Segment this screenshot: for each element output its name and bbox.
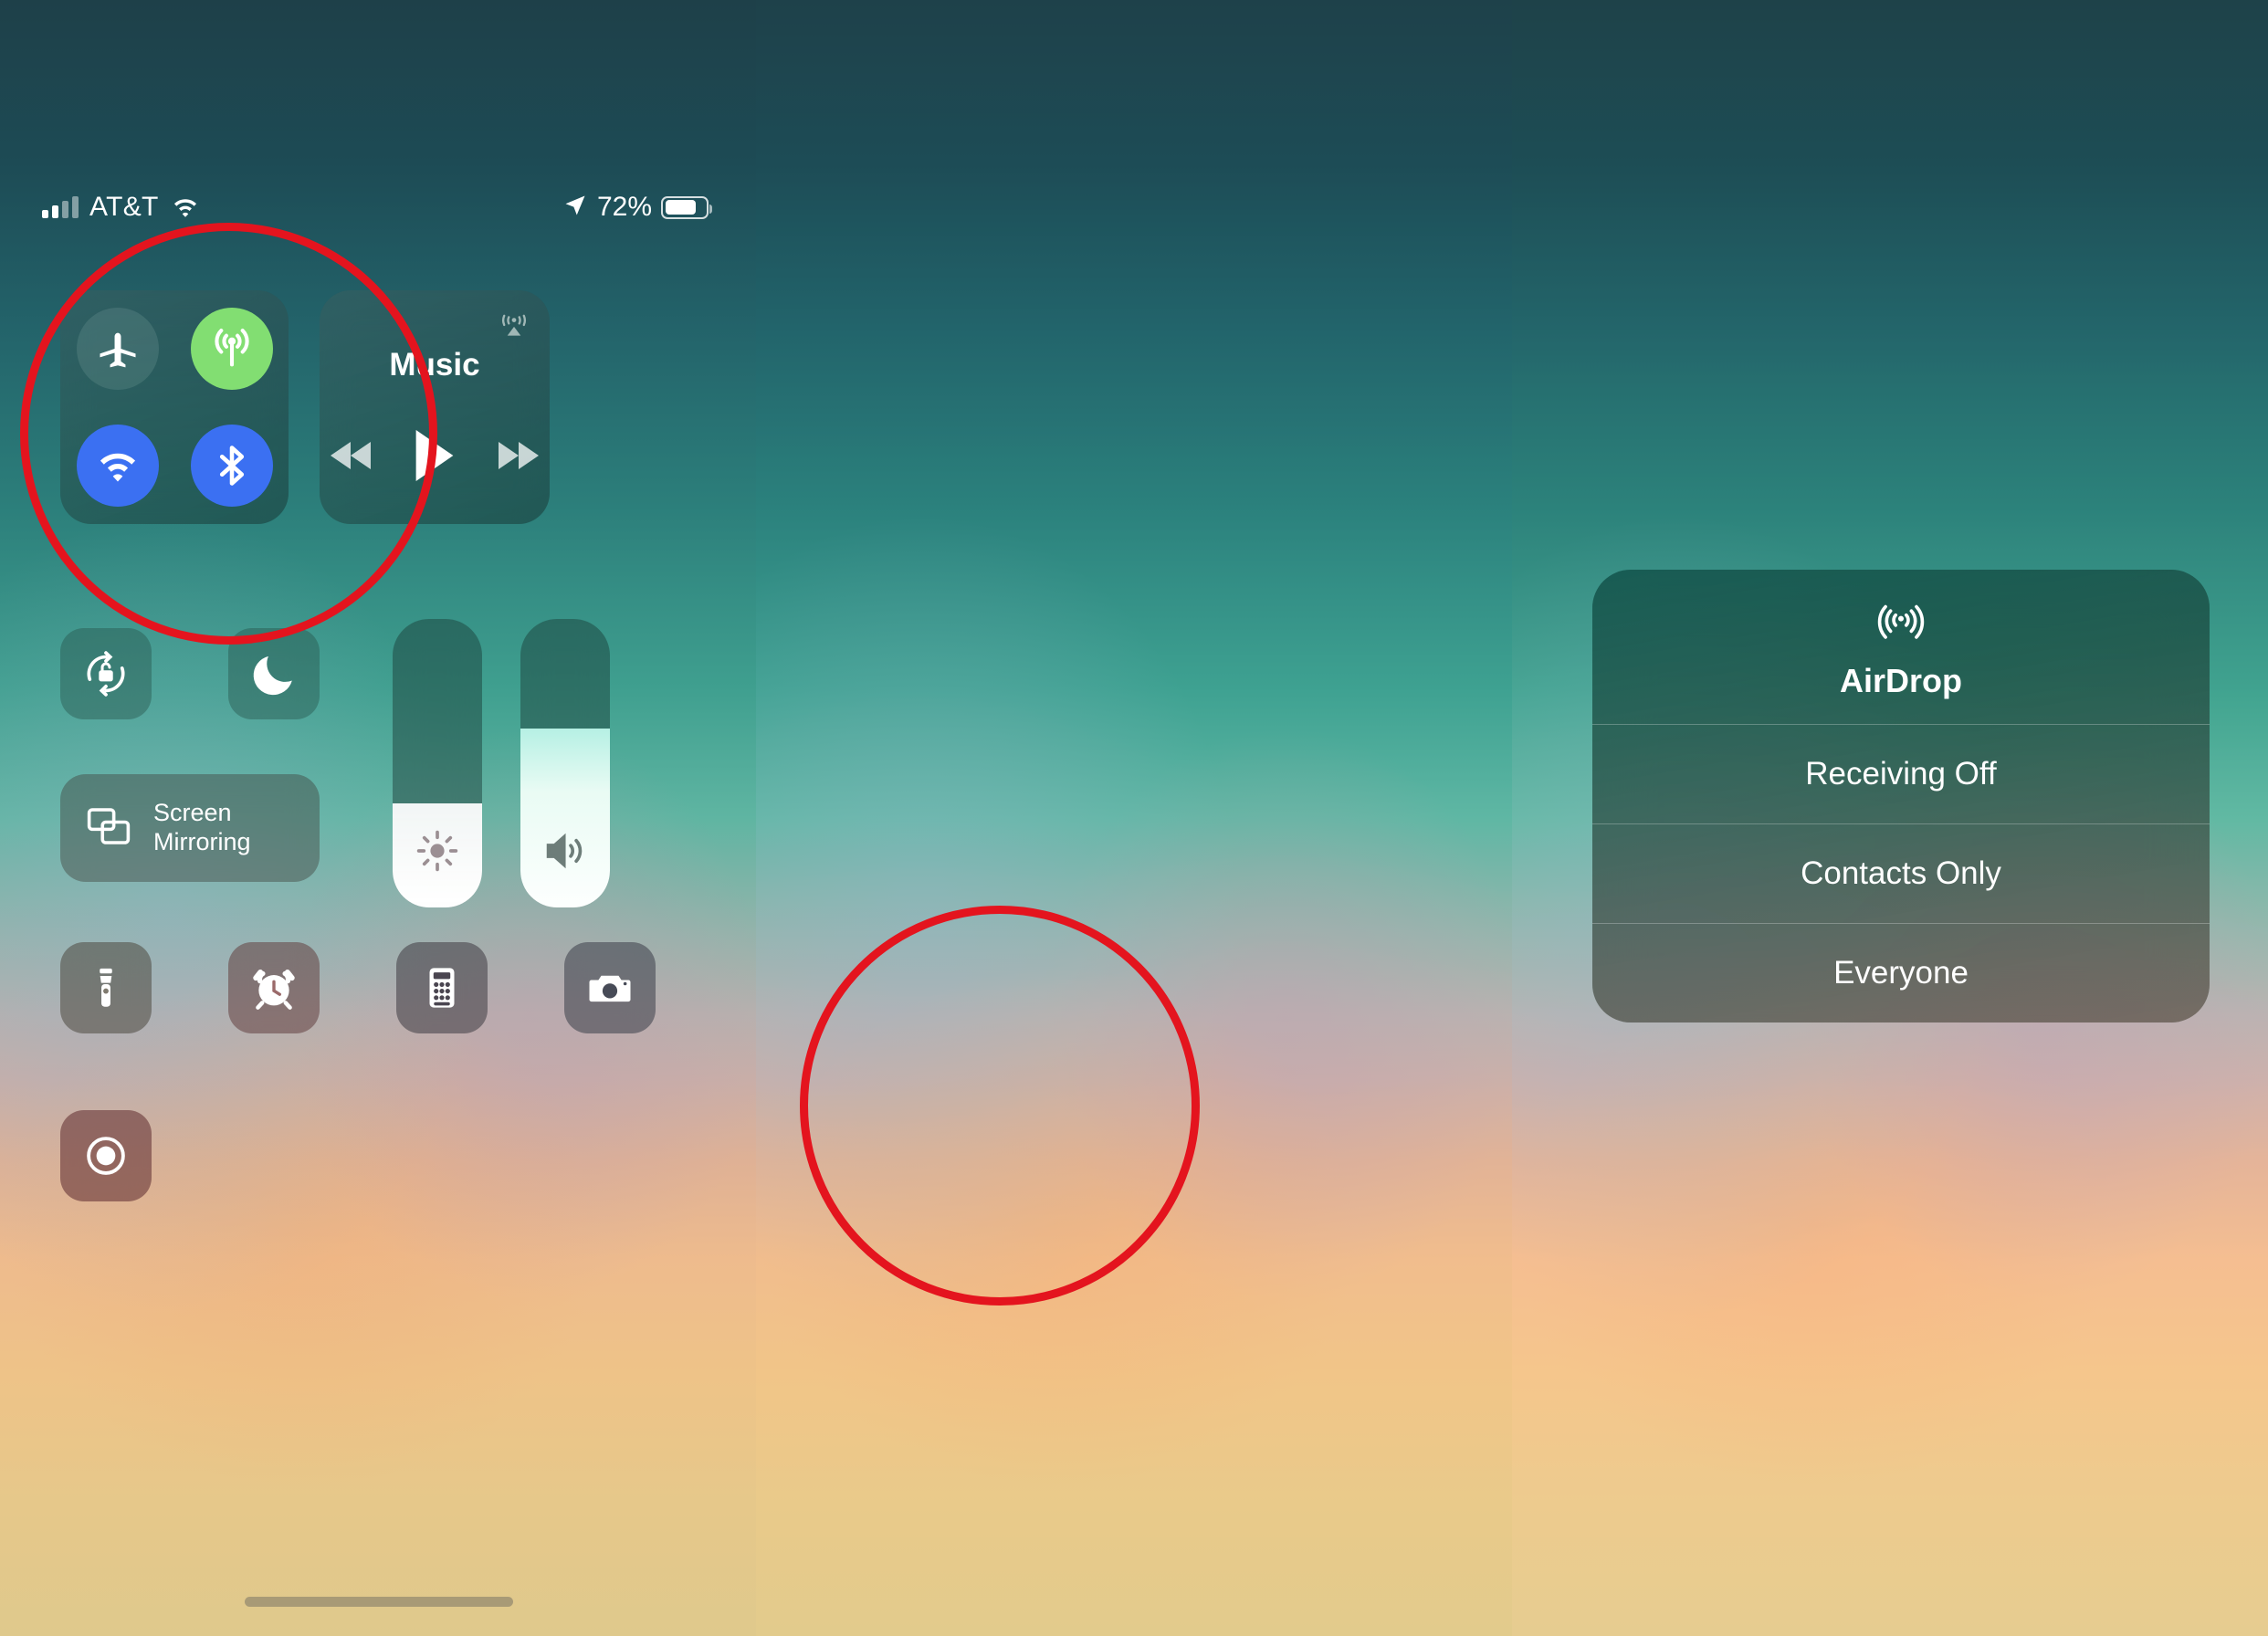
panel-connectivity-expanded: Airplane Mode Off Cellular Data On xyxy=(756,0,1512,1636)
timer-button[interactable] xyxy=(228,942,320,1033)
wifi-button[interactable] xyxy=(76,425,159,507)
airdrop-option-receiving-off[interactable]: Receiving Off xyxy=(1592,724,2210,823)
airplay-audio-icon[interactable] xyxy=(497,307,531,346)
speaker-volume-icon xyxy=(520,827,610,875)
airdrop-icon xyxy=(1874,595,1927,653)
brightness-sun-icon xyxy=(393,827,482,875)
airplane-mode-button[interactable] xyxy=(76,308,159,390)
wallpaper xyxy=(756,0,1512,1636)
rewind-icon[interactable] xyxy=(331,438,374,477)
calculator-button[interactable] xyxy=(396,942,488,1033)
screen-mirroring-label-line2: Mirroring xyxy=(153,828,251,855)
panel-airdrop-options: AirDrop Receiving Off Contacts Only Ever… xyxy=(1512,0,2268,1636)
music-title: Music xyxy=(389,347,480,383)
do-not-disturb-button[interactable] xyxy=(228,628,320,719)
music-widget[interactable]: Music xyxy=(320,290,550,524)
brightness-slider[interactable] xyxy=(393,619,482,907)
airdrop-option-contacts-only[interactable]: Contacts Only xyxy=(1592,823,2210,923)
screen-record-button[interactable] xyxy=(60,1110,152,1201)
airdrop-options-card: AirDrop Receiving Off Contacts Only Ever… xyxy=(1592,570,2210,1022)
screen-mirroring-label-line1: Screen xyxy=(153,799,232,827)
volume-slider[interactable] xyxy=(520,619,610,907)
screen-mirroring-label: Screen Mirroring xyxy=(153,799,251,857)
airdrop-option-everyone[interactable]: Everyone xyxy=(1592,923,2210,1022)
home-indicator[interactable] xyxy=(245,1597,513,1607)
screen-mirroring-button[interactable]: Screen Mirroring xyxy=(60,774,320,882)
panel-control-center-collapsed: AT&T 72% Music Screen Mirroring xyxy=(0,0,756,1636)
camera-button[interactable] xyxy=(564,942,656,1033)
screen-mirroring-icon xyxy=(84,802,133,855)
connectivity-tile[interactable] xyxy=(60,290,289,524)
flashlight-button[interactable] xyxy=(60,942,152,1033)
airdrop-card-header: AirDrop xyxy=(1592,570,2210,724)
fast-forward-icon[interactable] xyxy=(495,438,539,477)
bluetooth-button[interactable] xyxy=(190,425,273,507)
cellular-data-button[interactable] xyxy=(190,308,273,390)
control-center-screenshot: AT&T 72% Music Screen Mirroring AirDrop … xyxy=(0,0,2268,1636)
rotation-lock-button[interactable] xyxy=(60,628,152,719)
airdrop-card-title: AirDrop xyxy=(1840,662,1962,699)
play-icon[interactable] xyxy=(413,430,457,486)
